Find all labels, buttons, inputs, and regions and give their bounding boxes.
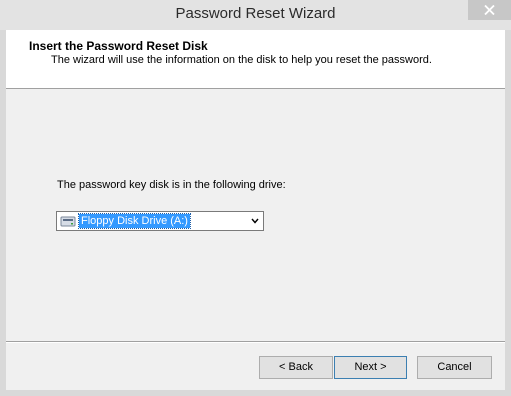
- chevron-down-icon[interactable]: [251, 218, 259, 224]
- next-button[interactable]: Next >: [334, 356, 407, 379]
- cancel-button[interactable]: Cancel: [417, 356, 492, 379]
- title-bar[interactable]: Password Reset Wizard: [0, 0, 511, 30]
- window-title: Password Reset Wizard: [175, 5, 336, 22]
- close-icon: [484, 5, 495, 15]
- wizard-client-area: Insert the Password Reset Disk The wizar…: [6, 30, 505, 390]
- close-button[interactable]: [468, 0, 511, 20]
- wizard-window: Password Reset Wizard Insert the Passwor…: [0, 0, 511, 396]
- header-subtitle: The wizard will use the information on t…: [51, 54, 432, 66]
- header-title: Insert the Password Reset Disk: [29, 39, 208, 53]
- back-button[interactable]: < Back: [259, 356, 333, 379]
- drive-select[interactable]: Floppy Disk Drive (A:): [56, 211, 264, 231]
- floppy-drive-icon: [60, 216, 76, 227]
- button-separator: [6, 341, 505, 343]
- drive-label: The password key disk is in the followin…: [57, 179, 286, 191]
- wizard-header: Insert the Password Reset Disk The wizar…: [6, 30, 505, 89]
- drive-select-value: Floppy Disk Drive (A:): [78, 213, 191, 229]
